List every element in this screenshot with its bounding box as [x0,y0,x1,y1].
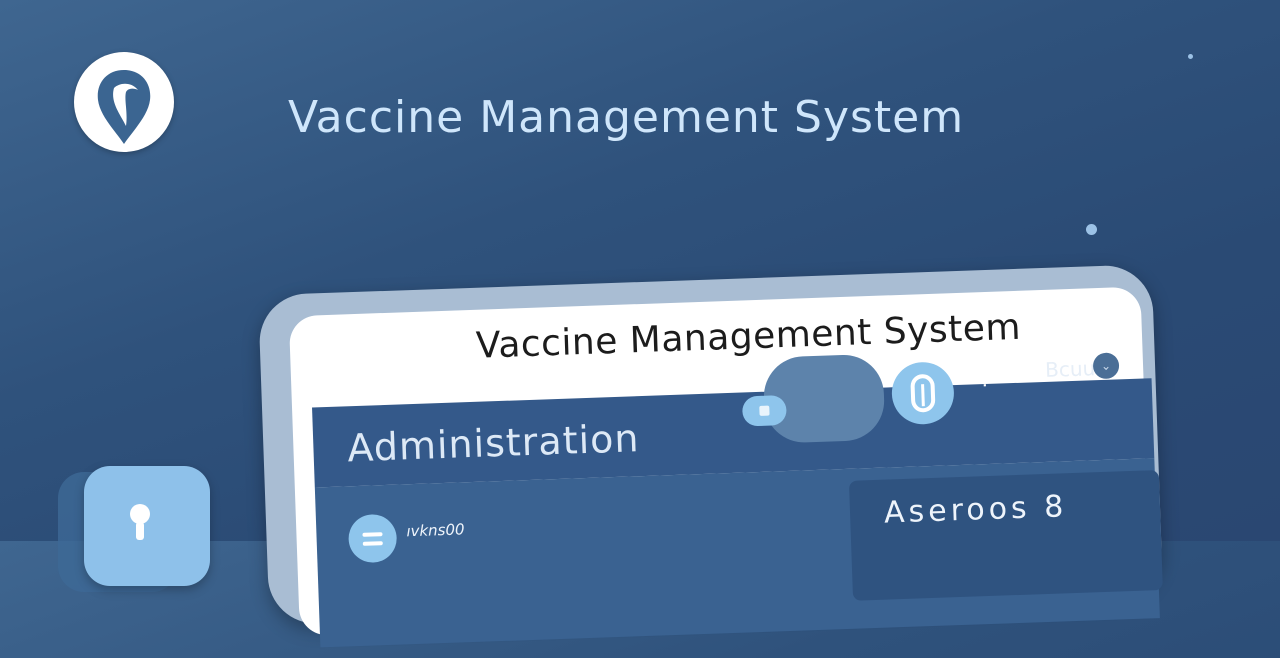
stat-card-label: Aseroos 8 [883,489,1068,531]
profile-button[interactable] [890,361,955,426]
list-icon[interactable] [347,513,398,564]
app-window: Vaccine Management System Administration… [0,0,1280,648]
toolbar-pill-button[interactable] [741,394,787,427]
grid-dots-icon[interactable]: ⁘ [975,370,994,396]
square-icon [759,405,770,416]
stat-card[interactable] [848,470,1163,601]
user-menu-label[interactable]: Bcuu [1045,356,1096,382]
list-item-label[interactable]: ıvkns00 [406,520,465,540]
profile-icon [910,374,936,413]
